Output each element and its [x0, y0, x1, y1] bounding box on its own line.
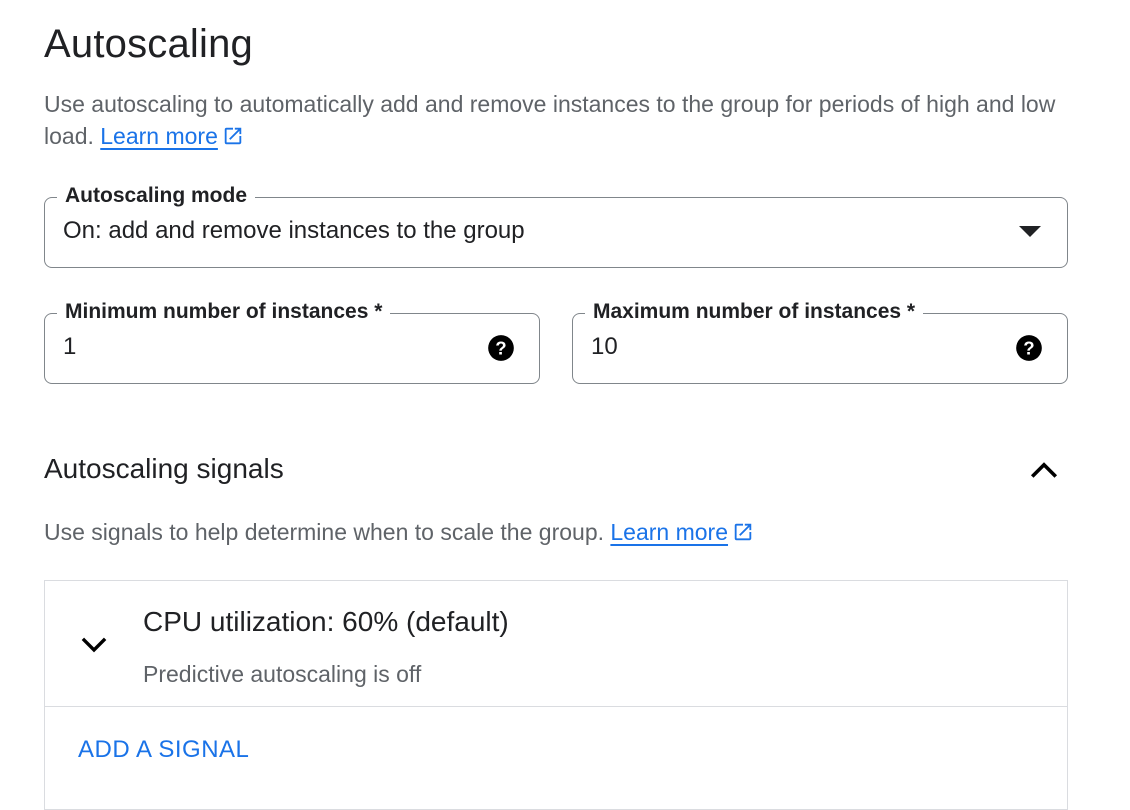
autoscaling-mode-label: Autoscaling mode — [57, 182, 256, 210]
page-title: Autoscaling — [44, 22, 253, 66]
signal-title: CPU utilization: 60% (default) — [143, 606, 509, 637]
svg-text:?: ? — [1023, 337, 1034, 358]
signals-description-text: Use signals to help determine when to sc… — [44, 519, 604, 545]
max-instances-field[interactable]: Maximum number of instances * 10 ? — [572, 298, 1068, 384]
signals-panel: CPU utilization: 60% (default) Predictiv… — [44, 580, 1068, 810]
svg-text:?: ? — [495, 337, 506, 358]
min-instances-field[interactable]: Minimum number of instances * 1 ? — [44, 298, 540, 384]
signal-row-cpu[interactable]: CPU utilization: 60% (default) Predictiv… — [45, 581, 1067, 707]
chevron-up-icon[interactable] — [1026, 452, 1062, 488]
signals-learn-more-link[interactable]: Learn more — [610, 519, 728, 545]
learn-more-link[interactable]: Learn more — [100, 123, 218, 149]
open-in-new-icon[interactable] — [222, 125, 244, 147]
signals-section-title: Autoscaling signals — [44, 453, 284, 484]
min-instances-label: Minimum number of instances * — [57, 298, 391, 326]
help-icon[interactable]: ? — [1015, 334, 1043, 362]
autoscaling-mode-select[interactable]: Autoscaling mode On: add and remove inst… — [44, 182, 1068, 268]
min-instances-value[interactable]: 1 — [63, 332, 76, 362]
arrow-drop-down-icon[interactable] — [1019, 226, 1041, 237]
max-instances-value[interactable]: 10 — [591, 332, 618, 362]
chevron-down-icon[interactable] — [77, 628, 111, 662]
signal-subtitle: Predictive autoscaling is off — [143, 661, 422, 687]
max-instances-label: Maximum number of instances * — [585, 298, 924, 326]
open-in-new-icon[interactable] — [732, 521, 754, 543]
add-signal-button[interactable]: ADD A SIGNAL — [78, 735, 249, 765]
autoscaling-mode-value: On: add and remove instances to the grou… — [63, 217, 525, 244]
signals-description: Use signals to help determine when to sc… — [44, 516, 754, 548]
help-icon[interactable]: ? — [487, 334, 515, 362]
autoscaling-description: Use autoscaling to automatically add and… — [44, 88, 1084, 152]
